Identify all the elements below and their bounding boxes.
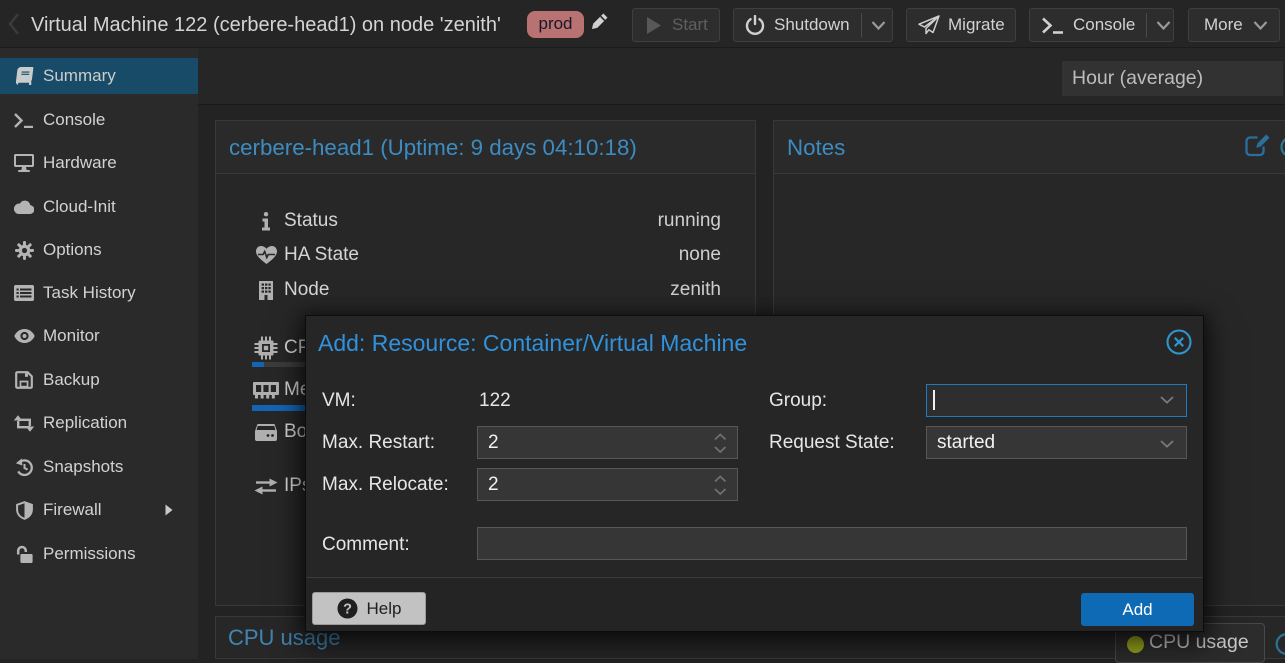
svg-text:?: ?: [343, 602, 352, 618]
